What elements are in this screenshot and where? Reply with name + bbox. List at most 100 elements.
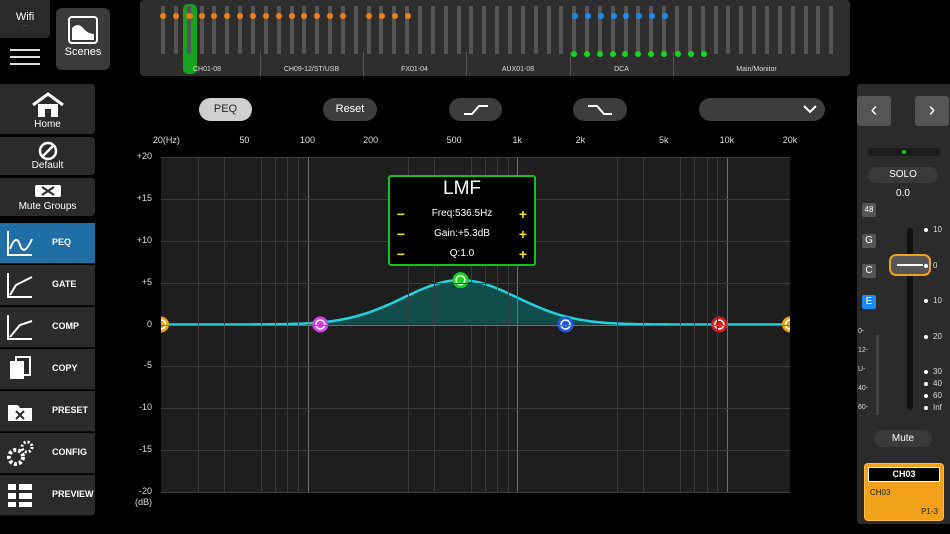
low-shelf-icon [463, 105, 488, 115]
channel-fader[interactable] [456, 6, 461, 54]
channel-fader[interactable] [418, 6, 422, 54]
fader-scale-label: 10 [933, 296, 942, 305]
default-icon [38, 141, 58, 161]
channel-fader[interactable] [533, 6, 538, 54]
peq-toggle-button[interactable]: PEQ [199, 98, 252, 121]
gain-plus-button[interactable]: + [516, 224, 530, 244]
channel-group-label[interactable]: CH09-12/ST/USB [260, 66, 363, 73]
channel-fader[interactable] [430, 6, 435, 54]
mute-groups-button[interactable]: Mute Groups [0, 178, 95, 216]
channel-led [339, 13, 346, 19]
channel-led [584, 13, 591, 19]
channel-fader[interactable] [790, 6, 795, 54]
low-shelf-button[interactable] [449, 98, 502, 121]
gain-tick-label: +10 [136, 234, 152, 245]
channel-group-label[interactable]: CH01-08 [154, 66, 260, 73]
channel-fader[interactable] [353, 6, 358, 54]
channel-fader[interactable] [507, 6, 512, 54]
home-icon [32, 92, 64, 117]
fader-scale-dot [924, 299, 928, 303]
channel-fader[interactable] [829, 6, 834, 54]
grid-line [161, 282, 790, 284]
channel-fader[interactable] [726, 6, 731, 54]
comp-toggle-button[interactable]: C [862, 264, 876, 278]
solo-button[interactable]: SOLO [868, 167, 938, 183]
nav-preview[interactable]: PREVIEW [0, 475, 95, 516]
channel-led [649, 13, 656, 19]
channel-fader[interactable] [777, 6, 782, 54]
channel-fader[interactable] [520, 6, 525, 54]
phantom-48-button[interactable]: 48 [862, 203, 876, 217]
q-plus-button[interactable]: + [516, 244, 530, 264]
channel-led [378, 13, 385, 19]
group-divider [363, 52, 364, 76]
channel-fader[interactable] [713, 6, 718, 54]
nav-preset[interactable]: PRESET [0, 391, 95, 432]
channel-card-title: CH03 [868, 467, 940, 482]
hamburger-menu-icon[interactable] [10, 44, 40, 68]
gate-toggle-button[interactable]: G [862, 234, 876, 248]
gain-tick-label: +20 [136, 151, 152, 161]
grid-line [161, 492, 790, 493]
channel-led [610, 13, 617, 19]
channel-fader[interactable] [816, 6, 821, 54]
channel-fader[interactable] [495, 6, 500, 54]
channel-led [700, 51, 707, 57]
gain-tick-label: -10 [138, 402, 152, 413]
channel-fader[interactable] [559, 6, 564, 54]
channel-fader[interactable] [803, 6, 808, 54]
default-label: Default [31, 160, 64, 171]
preset-dropdown[interactable] [699, 98, 825, 121]
fader-scale-label: Inf [933, 403, 942, 412]
channel-led [635, 51, 642, 57]
channel-led [623, 13, 630, 19]
channel-fader[interactable] [546, 6, 551, 54]
channel-group-label[interactable]: Main/Monitor [673, 66, 840, 73]
freq-tick-label: 20(Hz) [152, 135, 180, 145]
q-minus-button[interactable]: − [394, 244, 408, 264]
channel-fader[interactable] [752, 6, 757, 54]
lmf-band-node[interactable] [452, 272, 469, 289]
channel-fader[interactable] [700, 6, 705, 54]
default-button[interactable]: Default [0, 137, 95, 175]
gain-tick-label: -20 (dB) [134, 486, 152, 507]
freq-value: Freq:536.5Hz [431, 208, 493, 219]
channel-group-label[interactable]: AUX01-08 [466, 66, 570, 73]
mute-button[interactable]: Mute [874, 430, 932, 447]
freq-plus-button[interactable]: + [516, 204, 530, 224]
high-shelf-button[interactable] [573, 98, 627, 121]
channel-fader[interactable] [443, 6, 448, 54]
nav-gate[interactable]: GATE [0, 265, 95, 306]
next-channel-button[interactable]: › [915, 96, 949, 126]
channel-group-label[interactable]: FX01-04 [363, 66, 466, 73]
channel-fader[interactable] [687, 6, 692, 54]
scenes-icon [68, 16, 98, 44]
channel-fader[interactable] [764, 6, 769, 54]
channel-fader[interactable] [469, 6, 474, 54]
prev-channel-button[interactable]: ‹ [857, 96, 891, 126]
channel-fader[interactable] [675, 6, 679, 54]
gain-minus-button[interactable]: − [394, 224, 408, 244]
channel-led [366, 13, 372, 19]
channel-group-label[interactable]: DCA [570, 66, 673, 73]
nav-copy[interactable]: COPY [0, 349, 95, 390]
scenes-button[interactable]: Scenes [56, 8, 110, 70]
channel-strip[interactable]: CH01-08 CH09-12/ST/USB FX01-04 AUX01-08 DCA M… [140, 0, 850, 76]
config-gear-icon [7, 440, 34, 466]
nav-config[interactable]: CONFIG [0, 433, 95, 474]
nav-peq[interactable]: PEQ [0, 223, 95, 264]
home-button[interactable]: Home [0, 84, 95, 134]
channel-led [675, 51, 681, 57]
channel-fader[interactable] [482, 6, 487, 54]
reset-button[interactable]: Reset [323, 98, 377, 121]
nav-peq-label: PEQ [52, 237, 72, 247]
channel-card[interactable]: CH03 CH03 P1-3 [864, 463, 944, 521]
meter-scale-label: 0- [858, 328, 865, 335]
channel-fader[interactable] [739, 6, 744, 54]
eq-toggle-button[interactable]: E [862, 295, 876, 309]
fader-scale-dot [924, 382, 928, 386]
freq-tick-label: 200 [363, 135, 379, 145]
nav-comp[interactable]: COMP [0, 307, 95, 348]
freq-minus-button[interactable]: − [394, 204, 408, 224]
fader-scale-label: 30 [933, 367, 942, 376]
